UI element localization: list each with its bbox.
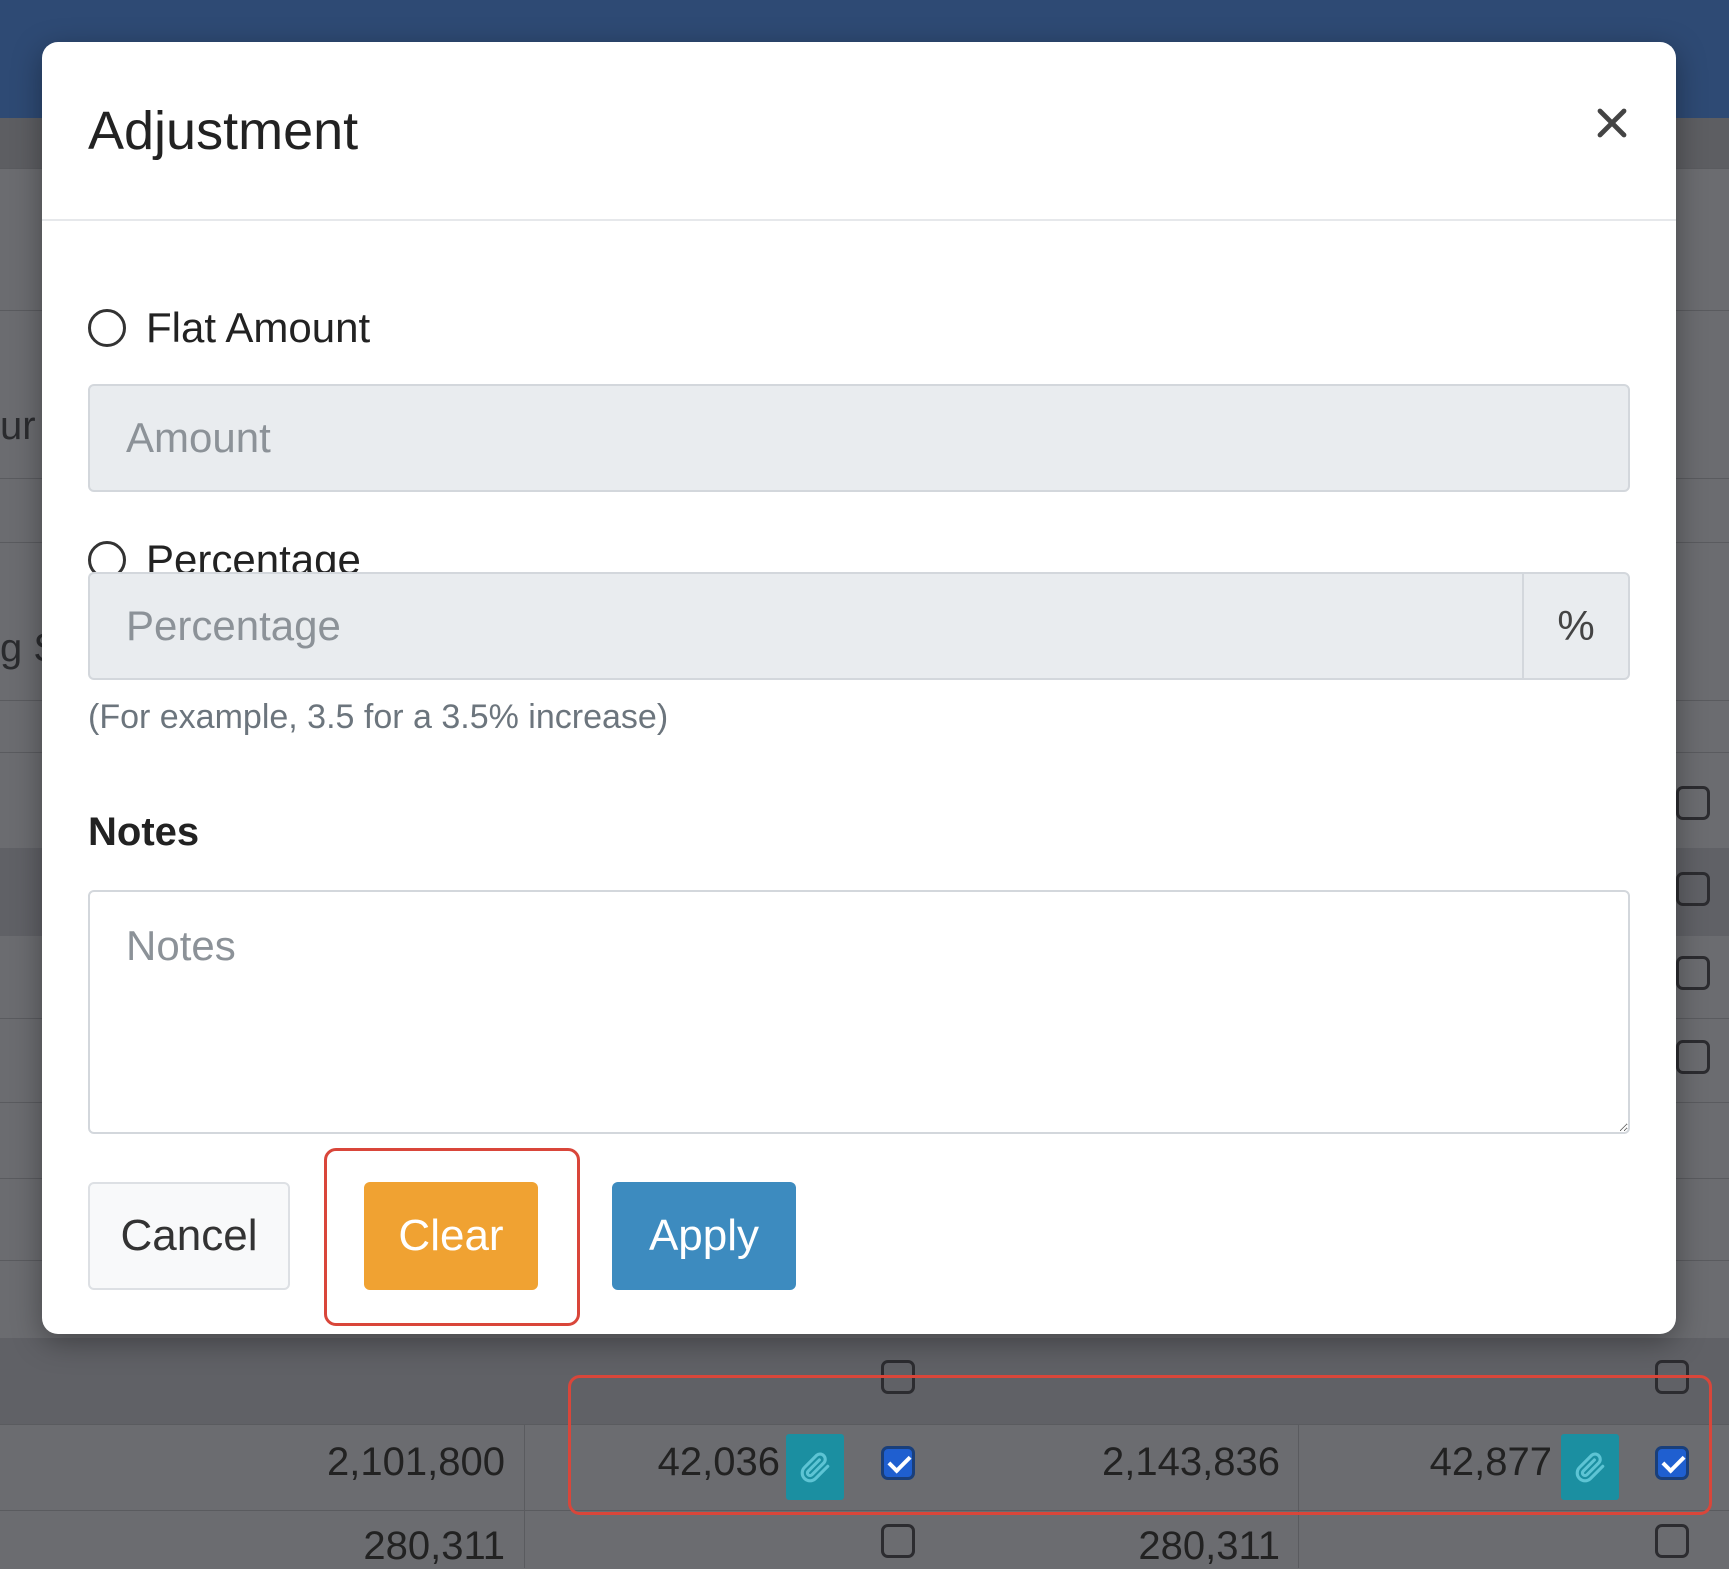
modal-header: Adjustment — [42, 42, 1676, 221]
close-icon — [1597, 108, 1627, 137]
flat-amount-radio[interactable] — [88, 309, 126, 347]
annotation-highlight-row — [568, 1375, 1712, 1515]
cancel-button[interactable]: Cancel — [88, 1182, 290, 1290]
flat-amount-label: Flat Amount — [146, 304, 371, 351]
flat-amount-option[interactable]: Flat Amount — [88, 304, 370, 352]
notes-textarea[interactable] — [88, 890, 1630, 1134]
row-checkbox[interactable] — [881, 1524, 915, 1558]
percentage-input[interactable] — [88, 572, 1522, 680]
table-cell: 280,311 — [1138, 1524, 1280, 1568]
close-button[interactable] — [1584, 96, 1640, 152]
notes-label: Notes — [88, 810, 200, 854]
row-checkbox[interactable] — [1676, 872, 1710, 906]
adjustment-modal: Adjustment Flat Amount Percentage % (For… — [42, 42, 1676, 1334]
annotation-highlight-clear — [324, 1148, 580, 1326]
table-cell: 2,101,800 — [327, 1440, 505, 1484]
modal-title: Adjustment — [88, 101, 359, 161]
amount-input[interactable] — [88, 384, 1630, 492]
column-separator — [524, 1424, 525, 1568]
percent-addon: % — [1522, 572, 1630, 680]
background-text-fragment: ur — [0, 404, 36, 448]
row-checkbox[interactable] — [1655, 1524, 1689, 1558]
row-checkbox[interactable] — [1676, 786, 1710, 820]
table-cell: 280,311 — [363, 1524, 505, 1568]
row-checkbox[interactable] — [1676, 1040, 1710, 1074]
row-checkbox[interactable] — [1676, 956, 1710, 990]
apply-button[interactable]: Apply — [612, 1182, 796, 1290]
percentage-help-text: (For example, 3.5 for a 3.5% increase) — [88, 698, 669, 736]
percentage-input-group: % — [88, 572, 1630, 680]
